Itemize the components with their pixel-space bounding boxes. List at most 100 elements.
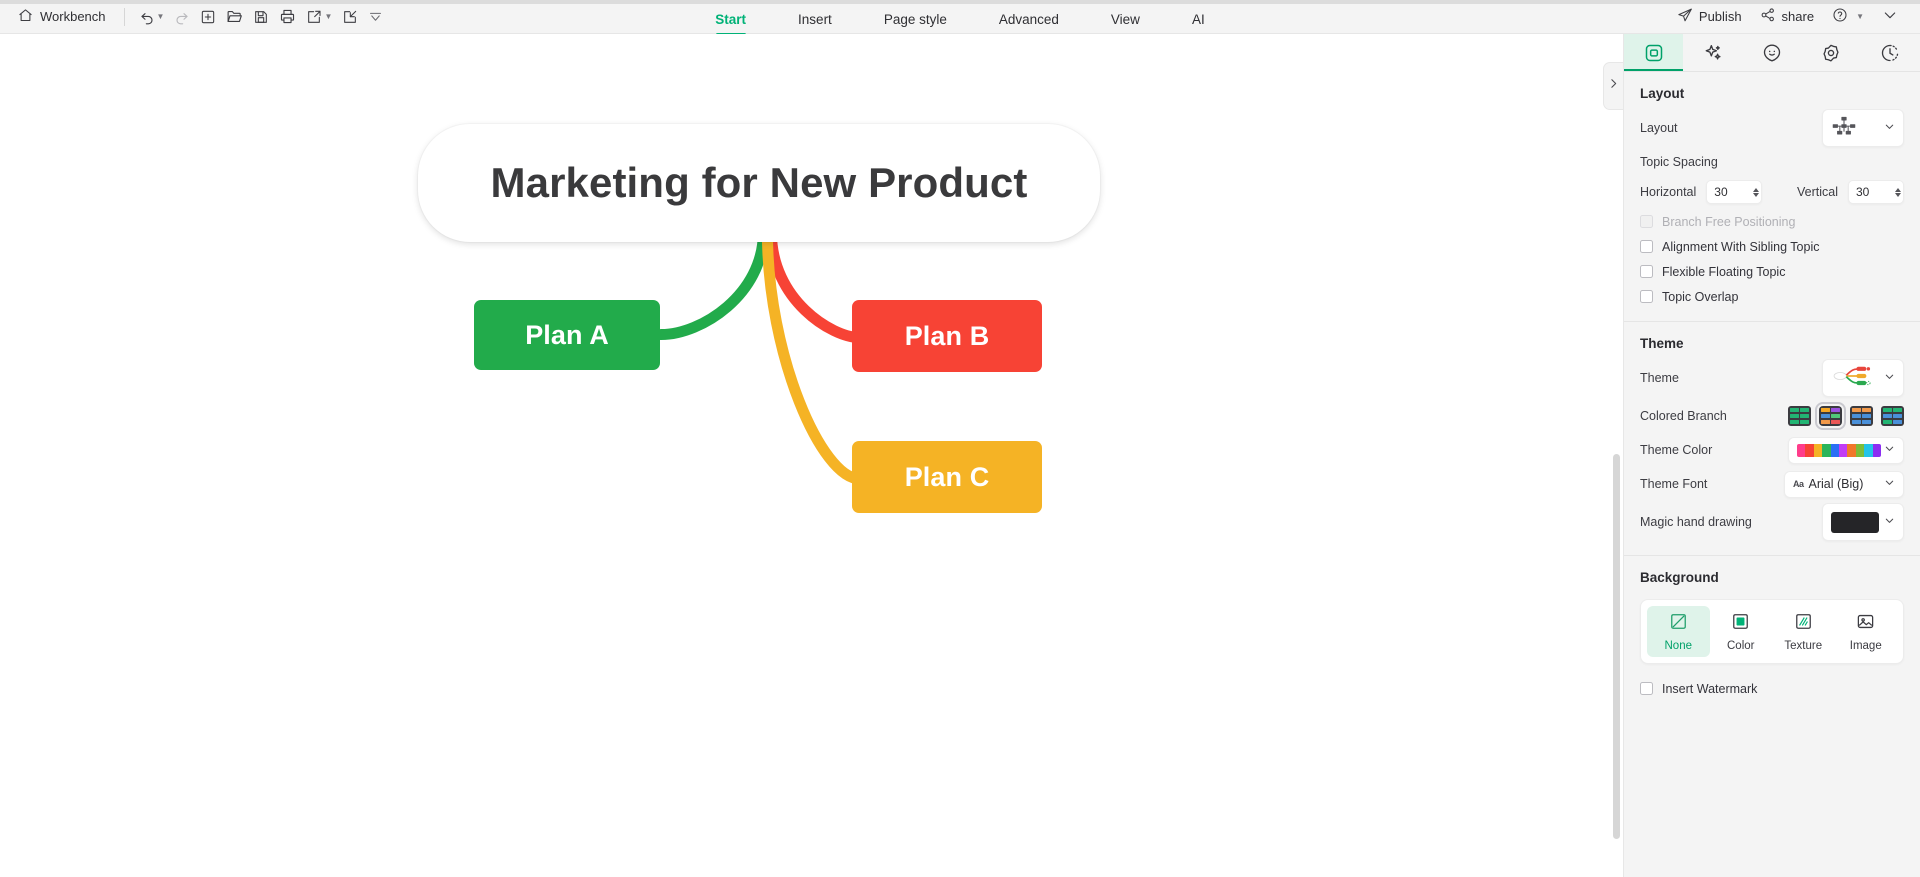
panel-tab-style[interactable] <box>1624 34 1684 71</box>
filled-square-icon <box>1731 612 1750 636</box>
mindmap-root-node[interactable]: Marketing for New Product <box>418 124 1100 242</box>
app-body: Marketing for New Product Plan A Plan B … <box>0 34 1920 877</box>
mindmap-node-plan-a[interactable]: Plan A <box>474 300 660 370</box>
open-button[interactable] <box>222 4 247 30</box>
share-nodes-icon <box>1760 7 1776 26</box>
import-button[interactable] <box>338 4 362 30</box>
mindmap-canvas[interactable]: Marketing for New Product Plan A Plan B … <box>0 34 1623 877</box>
undo-button[interactable]: ▼ <box>135 4 169 30</box>
layout-section-title: Layout <box>1640 86 1685 101</box>
chevron-down-icon <box>1884 121 1895 135</box>
panel-tab-history[interactable] <box>1861 34 1920 71</box>
horizontal-spacing-field[interactable] <box>1706 180 1763 204</box>
workbench-button[interactable]: Workbench <box>10 4 114 30</box>
publish-button[interactable]: Publish <box>1669 2 1750 31</box>
colored-branch-teal-blue[interactable] <box>1881 406 1904 426</box>
theme-color-strip <box>1797 443 1881 457</box>
more-tools-button[interactable] <box>364 4 387 30</box>
theme-font-value: Arial (Big) <box>1808 477 1864 491</box>
checkbox-box[interactable] <box>1640 682 1653 695</box>
mindmap-node-plan-b[interactable]: Plan B <box>852 300 1042 372</box>
background-option-image[interactable]: Image <box>1835 606 1898 657</box>
layout-label: Layout <box>1640 121 1678 135</box>
redo-button[interactable] <box>170 4 194 30</box>
menubar-right-actions: Publish share ▼ <box>1669 2 1920 31</box>
chevron-down-icon: ▼ <box>156 12 165 21</box>
checkbox-box[interactable] <box>1640 265 1653 278</box>
panel-tab-emoji[interactable] <box>1742 34 1801 71</box>
aa-icon: Aa <box>1793 479 1804 489</box>
save-button[interactable] <box>249 4 273 30</box>
theme-row: Theme <box>1624 357 1920 399</box>
menu-tab-view[interactable]: View <box>1085 6 1166 33</box>
vertical-spacing-field[interactable] <box>1848 180 1904 204</box>
mindmap-node-plan-c[interactable]: Plan C <box>852 441 1042 513</box>
checkbox-insert-watermark[interactable]: Insert Watermark <box>1624 676 1920 701</box>
right-side-panel: Layout Layout Topic Spacing Horizontal 3… <box>1623 34 1920 877</box>
vertical-stepper[interactable] <box>1895 187 1901 197</box>
menu-tab-page-style[interactable]: Page style <box>858 6 973 33</box>
horizontal-label: Horizontal <box>1640 185 1697 199</box>
menu-tab-insert[interactable]: Insert <box>772 6 858 33</box>
checkbox-label: Topic Overlap <box>1662 289 1739 304</box>
background-option-color[interactable]: Color <box>1710 606 1773 657</box>
checkbox-label: Flexible Floating Topic <box>1662 264 1786 279</box>
share-button[interactable]: share <box>1752 2 1823 31</box>
chevron-down-icon <box>1884 515 1895 529</box>
background-options: None Color Texture Image <box>1640 599 1904 664</box>
vertical-spacing-input[interactable] <box>1856 185 1884 199</box>
export-button[interactable]: ▼ <box>302 4 336 30</box>
panel-tab-bar <box>1624 34 1920 72</box>
background-option-label: Texture <box>1784 640 1823 652</box>
chevron-down-icon <box>1884 443 1895 457</box>
background-option-none[interactable]: None <box>1647 606 1710 657</box>
checkbox-alignment-with-sibling-topic[interactable]: Alignment With Sibling Topic <box>1624 234 1920 259</box>
checkbox-label: Branch Free Positioning <box>1662 214 1796 229</box>
menu-tab-advanced[interactable]: Advanced <box>973 6 1085 33</box>
chevron-down-icon <box>1882 7 1898 26</box>
checkbox-box[interactable] <box>1640 215 1653 228</box>
magic-hand-drawing-row: Magic hand drawing <box>1624 501 1920 543</box>
checkbox-box[interactable] <box>1640 290 1653 303</box>
theme-font-row: Theme Font Aa Arial (Big) <box>1624 467 1920 501</box>
theme-font-select[interactable]: Aa Arial (Big) <box>1784 470 1904 498</box>
background-option-texture[interactable]: Texture <box>1772 606 1835 657</box>
share-label: share <box>1781 9 1815 24</box>
panel-tab-sticker[interactable] <box>1802 34 1861 71</box>
collapse-ribbon-button[interactable] <box>1874 2 1906 31</box>
layout-select[interactable] <box>1822 109 1904 147</box>
chevron-down-icon <box>1884 477 1895 491</box>
theme-select[interactable] <box>1822 359 1904 397</box>
mindmap-node-plan-c-label: Plan C <box>904 461 990 492</box>
menu-tab-start[interactable]: Start <box>689 6 772 33</box>
chevron-down-icon: ▼ <box>1856 12 1864 21</box>
workbench-label: Workbench <box>40 9 106 24</box>
checkbox-flexible-floating-topic[interactable]: Flexible Floating Topic <box>1624 259 1920 284</box>
new-button[interactable] <box>196 4 220 30</box>
top-menu-bar: Workbench ▼ ▼ Start Insert Page style Ad… <box>0 0 1920 34</box>
print-button[interactable] <box>275 4 300 30</box>
magic-hand-drawing-label: Magic hand drawing <box>1640 515 1752 529</box>
panel-toggle-button[interactable] <box>1603 62 1623 110</box>
horizontal-stepper[interactable] <box>1753 187 1760 197</box>
mindmap-node-plan-a-label: Plan A <box>525 319 609 350</box>
layout-row: Layout <box>1624 107 1920 149</box>
panel-tab-ai[interactable] <box>1683 34 1742 71</box>
theme-color-select[interactable] <box>1788 436 1904 464</box>
background-section-title: Background <box>1640 570 1719 585</box>
checkbox-topic-overlap[interactable]: Topic Overlap <box>1624 284 1920 309</box>
colored-branch-options <box>1788 402 1904 430</box>
theme-color-row: Theme Color <box>1624 433 1920 467</box>
colored-branch-multi[interactable] <box>1815 402 1846 430</box>
colored-branch-label: Colored Branch <box>1640 409 1727 423</box>
magic-hand-drawing-select[interactable] <box>1822 503 1904 541</box>
help-button[interactable]: ▼ <box>1824 2 1872 31</box>
colored-branch-green[interactable] <box>1788 406 1811 426</box>
menu-tab-ai[interactable]: AI <box>1166 6 1231 33</box>
canvas-vertical-scrollbar[interactable] <box>1613 454 1620 839</box>
checkbox-branch-free-positioning[interactable]: Branch Free Positioning <box>1624 209 1920 234</box>
colored-branch-orange-blue[interactable] <box>1850 406 1873 426</box>
home-icon <box>18 8 33 26</box>
checkbox-box[interactable] <box>1640 240 1653 253</box>
horizontal-spacing-input[interactable] <box>1714 185 1743 199</box>
